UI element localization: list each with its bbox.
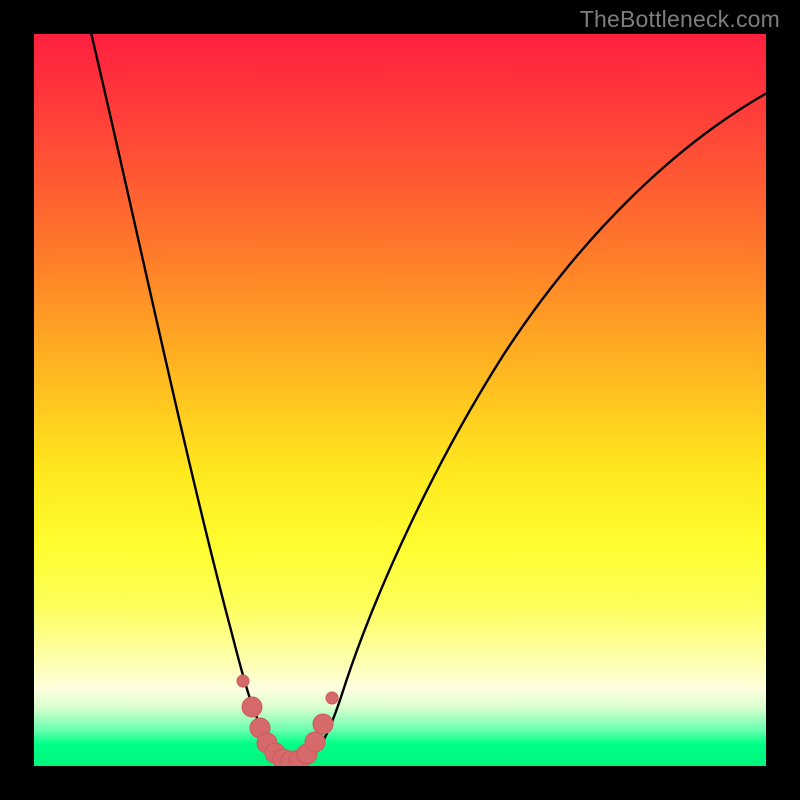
bottleneck-curve-svg [34, 34, 766, 766]
watermark-text: TheBottleneck.com [580, 6, 780, 33]
bottleneck-curve [89, 34, 766, 762]
plot-area [34, 34, 766, 766]
chart-frame: TheBottleneck.com [0, 0, 800, 800]
highlighted-range-markers [237, 675, 338, 766]
